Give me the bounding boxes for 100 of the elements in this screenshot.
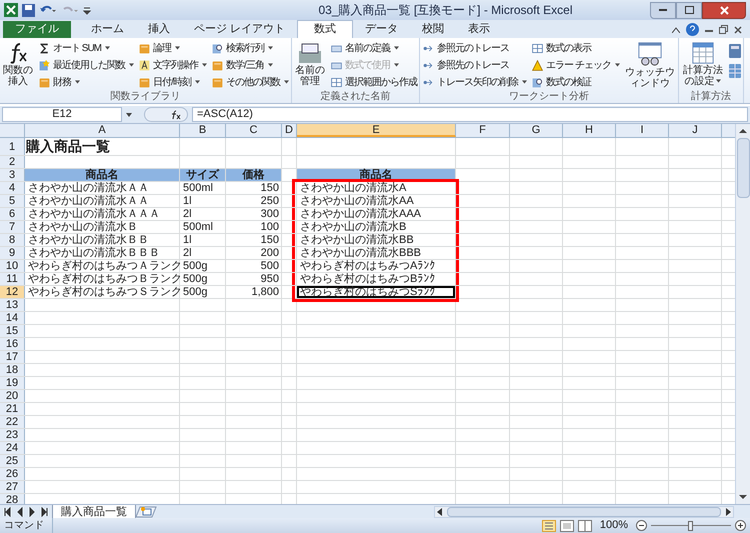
- column-header[interactable]: H: [563, 124, 616, 137]
- row-header[interactable]: 27: [0, 481, 25, 493]
- page-layout-icon[interactable]: [560, 520, 574, 532]
- row-header[interactable]: 8: [0, 234, 25, 246]
- row-header[interactable]: 4: [0, 182, 25, 194]
- ribbon-button[interactable]: 参照元のトレース: [422, 40, 527, 56]
- ribbon-button[interactable]: その他の関数: [211, 74, 289, 90]
- ribbon-large-button[interactable]: 名前の管理: [294, 40, 326, 90]
- group-label: 関数ライブラリ: [110, 90, 182, 103]
- ribbon-tab[interactable]: 挿入: [136, 21, 182, 38]
- column-header[interactable]: F: [456, 124, 510, 137]
- table-cell: 500: [226, 260, 282, 272]
- column-header[interactable]: C: [226, 124, 282, 137]
- row-header[interactable]: 11: [0, 273, 25, 285]
- ribbon-button[interactable]: 最近使用した関数: [38, 57, 134, 73]
- row-header[interactable]: 5: [0, 195, 25, 207]
- formula-field[interactable]: =ASC(A12): [192, 107, 748, 122]
- column-header[interactable]: A: [25, 124, 180, 137]
- row-header[interactable]: 15: [0, 325, 25, 337]
- ribbon-button[interactable]: 財務: [38, 74, 134, 90]
- column-header[interactable]: J: [669, 124, 722, 137]
- row-header[interactable]: 7: [0, 221, 25, 233]
- ribbon-button[interactable]: 参照先のトレース: [422, 57, 527, 73]
- caret-icon: [268, 63, 273, 67]
- collapse-ribbon-icon[interactable]: [672, 26, 680, 32]
- save-icon[interactable]: [22, 4, 35, 16]
- row-header[interactable]: 10: [0, 260, 25, 272]
- zoom-in-icon[interactable]: [735, 520, 746, 531]
- horizontal-scrollbar[interactable]: [434, 506, 734, 518]
- minimize-button[interactable]: [650, 2, 676, 18]
- page-break-icon[interactable]: [578, 520, 592, 532]
- ribbon-button[interactable]: トレース矢印の削除: [422, 74, 527, 90]
- ribbon-button[interactable]: 数学/三角: [211, 57, 289, 73]
- row-header[interactable]: 23: [0, 429, 25, 441]
- close-button[interactable]: [702, 2, 746, 18]
- column-header[interactable]: E: [297, 124, 456, 137]
- ribbon-large-button[interactable]: 関数の挿入: [2, 40, 34, 90]
- scrollbar-thumb[interactable]: [447, 506, 721, 516]
- row-header[interactable]: 13: [0, 299, 25, 311]
- row-header[interactable]: 20: [0, 390, 25, 402]
- calculator-icon[interactable]: [728, 44, 741, 58]
- row-header[interactable]: 28: [0, 494, 25, 504]
- ribbon-button[interactable]: 日付/時刻: [138, 74, 207, 90]
- row-header[interactable]: 14: [0, 312, 25, 324]
- sigma-icon: [38, 42, 51, 54]
- row-header[interactable]: 24: [0, 442, 25, 454]
- scrollbar-thumb[interactable]: [736, 138, 750, 198]
- ribbon-large-button[interactable]: 計算方法の設定: [680, 40, 725, 90]
- table-cell: 購入商品一覧: [25, 138, 180, 155]
- ribbon-tab[interactable]: データ: [353, 21, 410, 38]
- column-header[interactable]: I: [616, 124, 669, 137]
- close-icon[interactable]: [734, 26, 742, 34]
- ribbon-tab[interactable]: ホーム: [79, 21, 136, 38]
- row-header[interactable]: 12: [0, 286, 25, 298]
- row-header[interactable]: 21: [0, 403, 25, 415]
- ribbon-button[interactable]: 名前の定義: [330, 40, 417, 56]
- ribbon-button[interactable]: 論理: [138, 40, 207, 56]
- ribbon-large-button[interactable]: ウォッチウィンドウ: [624, 40, 676, 90]
- maximize-button[interactable]: [676, 2, 702, 18]
- normal-view-icon[interactable]: [542, 520, 556, 532]
- restore-icon[interactable]: [719, 25, 728, 34]
- ribbon-button[interactable]: 数式の検証: [531, 74, 620, 90]
- group-label: 定義された名前: [320, 90, 392, 103]
- ribbon-button[interactable]: 検索/行列: [211, 40, 289, 56]
- name-box[interactable]: E12: [2, 107, 122, 122]
- sheet-navigation-icon[interactable]: [4, 506, 48, 516]
- dropdown-icon[interactable]: [126, 112, 132, 116]
- row-header[interactable]: 26: [0, 468, 25, 480]
- row-header[interactable]: 25: [0, 455, 25, 467]
- function-icon[interactable]: [144, 107, 188, 122]
- ribbon-tab[interactable]: 表示: [456, 21, 502, 38]
- row-header[interactable]: 17: [0, 351, 25, 363]
- sheet-calculate-icon[interactable]: [728, 64, 741, 78]
- ribbon-button[interactable]: 数式の表示: [531, 40, 620, 56]
- row-header[interactable]: 16: [0, 338, 25, 350]
- ribbon-tab[interactable]: ページ レイアウト: [182, 21, 298, 38]
- row-header[interactable]: 2: [0, 156, 25, 168]
- row-header[interactable]: 18: [0, 364, 25, 376]
- sheet-tab[interactable]: 購入商品一覧: [52, 504, 136, 518]
- ribbon-button[interactable]: 選択範囲から作成: [330, 74, 417, 90]
- ribbon-tab[interactable]: 校閲: [410, 21, 456, 38]
- row-header[interactable]: 6: [0, 208, 25, 220]
- ribbon-button[interactable]: 文字列操作: [138, 57, 207, 73]
- row-header[interactable]: 19: [0, 377, 25, 389]
- file-tab[interactable]: ファイル: [3, 21, 71, 38]
- column-header[interactable]: B: [180, 124, 226, 137]
- ribbon-button[interactable]: オート SUM: [38, 40, 134, 56]
- zoom-out-icon[interactable]: [636, 520, 647, 531]
- zoom-level[interactable]: 100%: [596, 517, 632, 533]
- column-header[interactable]: G: [510, 124, 563, 137]
- ribbon-tab[interactable]: 数式: [297, 20, 354, 38]
- help-icon[interactable]: [686, 23, 699, 36]
- row-header[interactable]: 9: [0, 247, 25, 259]
- row-header[interactable]: 3: [0, 169, 25, 181]
- row-header[interactable]: 1: [0, 138, 25, 155]
- vertical-scrollbar[interactable]: [735, 124, 750, 504]
- row-header[interactable]: 22: [0, 416, 25, 428]
- zoom-slider[interactable]: [651, 520, 731, 531]
- ribbon-button[interactable]: エラー チェック: [531, 57, 620, 73]
- zoom-slider-thumb[interactable]: [688, 520, 693, 530]
